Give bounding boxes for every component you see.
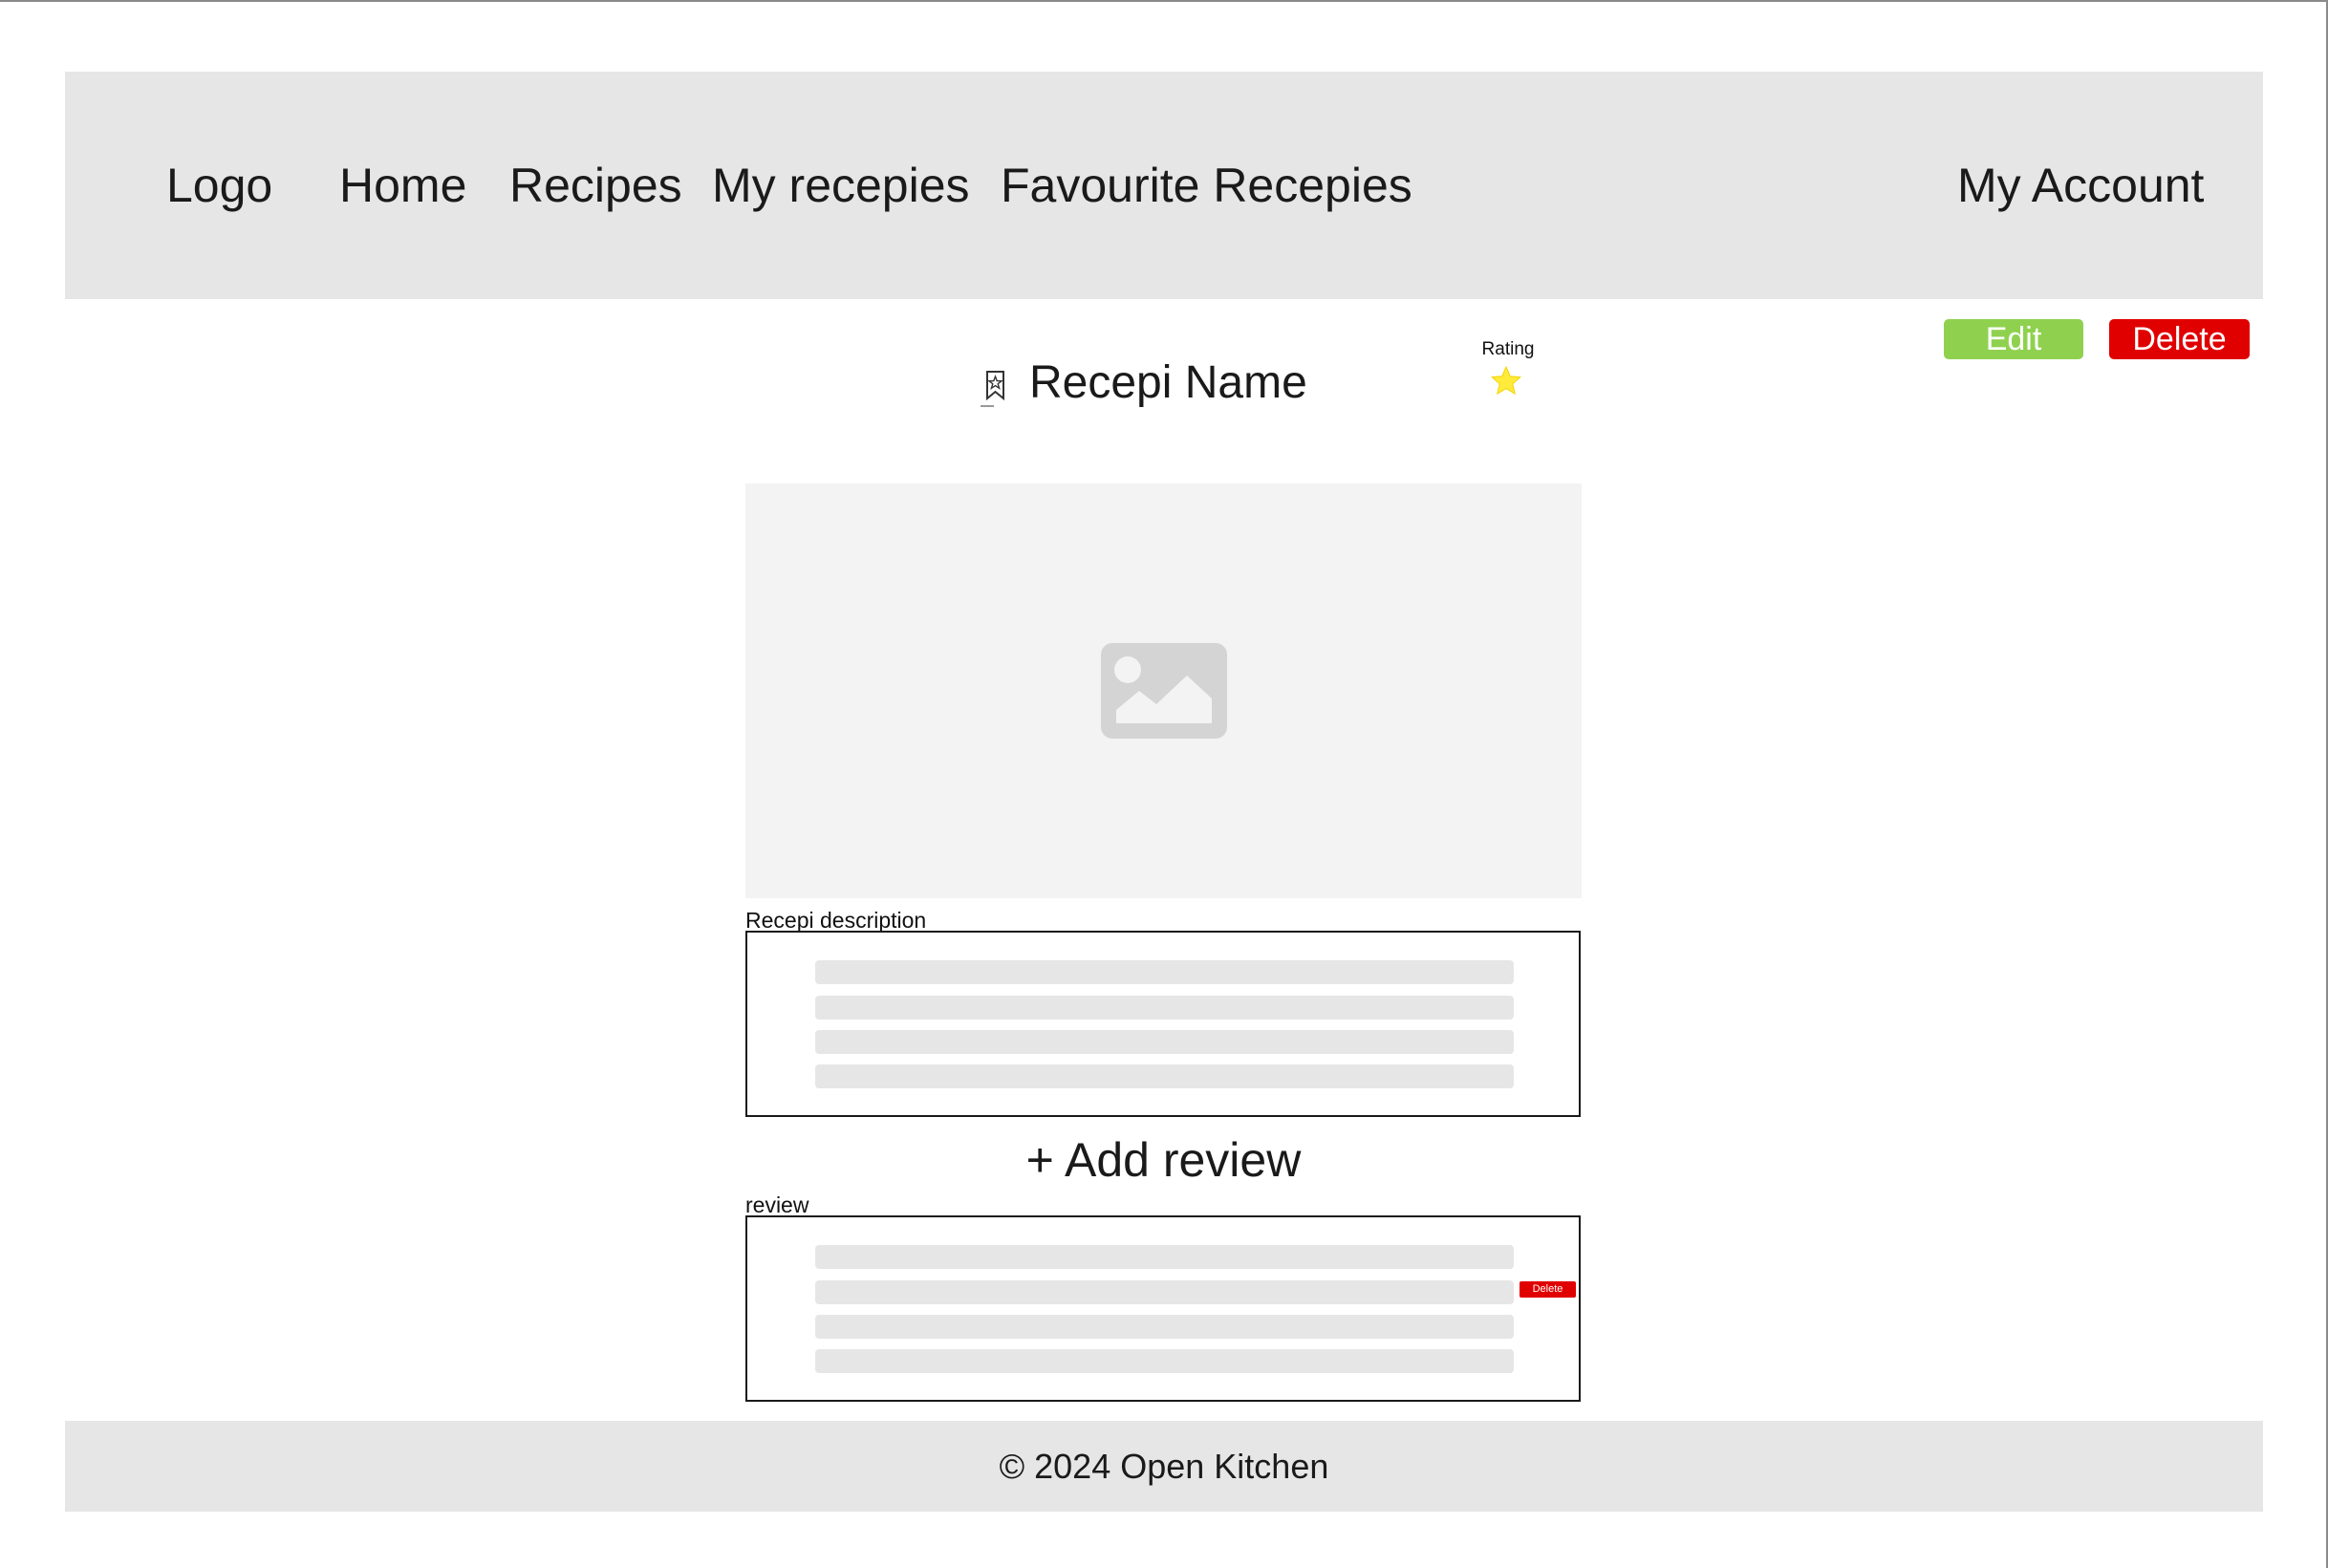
review-box: Delete xyxy=(745,1215,1581,1402)
recipe-title: Recepi Name xyxy=(1029,357,1307,408)
delete-recipe-button[interactable]: Delete xyxy=(2109,319,2250,359)
text-line-placeholder xyxy=(815,1349,1514,1373)
description-box xyxy=(745,931,1581,1117)
nav-link-favourite-recipes[interactable]: Favourite Recepies xyxy=(1001,72,1412,299)
star-icon[interactable] xyxy=(1489,364,1523,398)
nav-link-recipes[interactable]: Recipes xyxy=(509,72,682,299)
rating-label: Rating xyxy=(1481,339,1535,359)
text-line-placeholder xyxy=(815,1280,1514,1304)
text-line-placeholder xyxy=(815,1030,1514,1054)
text-line-placeholder xyxy=(815,1245,1514,1269)
image-placeholder-icon xyxy=(1101,643,1227,739)
text-line-placeholder xyxy=(815,1064,1514,1088)
top-navbar: Logo Home Recipes My recepies Favourite … xyxy=(65,72,2263,299)
recipe-image xyxy=(745,483,1582,898)
review-label: review xyxy=(745,1192,809,1217)
logo[interactable]: Logo xyxy=(166,72,272,299)
text-line-placeholder xyxy=(815,960,1514,984)
add-review-button[interactable]: + Add review xyxy=(745,1128,1582,1192)
bookmark-star-icon[interactable] xyxy=(979,368,1011,410)
description-label: Recepi description xyxy=(745,908,927,933)
nav-link-my-recipes[interactable]: My recepies xyxy=(712,72,970,299)
footer: © 2024 Open Kitchen xyxy=(65,1421,2263,1512)
nav-link-home[interactable]: Home xyxy=(339,72,466,299)
text-line-placeholder xyxy=(815,1315,1514,1339)
footer-copyright: © 2024 Open Kitchen xyxy=(999,1447,1329,1486)
nav-link-my-account[interactable]: My Account xyxy=(1957,72,2204,299)
edit-recipe-button[interactable]: Edit xyxy=(1944,319,2083,359)
delete-review-button[interactable]: Delete xyxy=(1520,1281,1576,1298)
text-line-placeholder xyxy=(815,996,1514,1020)
